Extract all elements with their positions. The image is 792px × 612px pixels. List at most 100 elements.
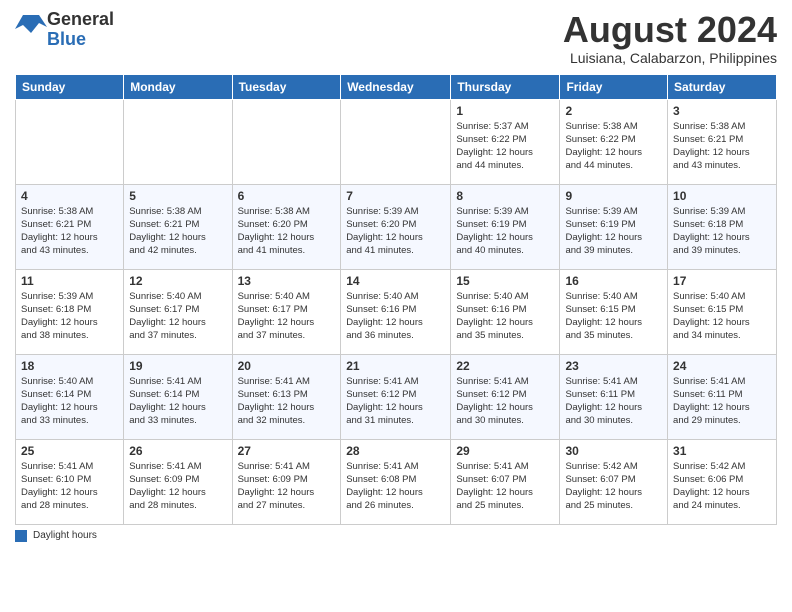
calendar-cell: 11 Sunrise: 5:39 AM Sunset: 6:18 PM Dayli… [16,269,124,354]
day-info: Sunrise: 5:39 AM Sunset: 6:19 PM Dayligh… [565,205,662,258]
calendar-cell: 14 Sunrise: 5:40 AM Sunset: 6:16 PM Dayli… [341,269,451,354]
day-number: 27 [238,444,336,458]
calendar-cell: 19 Sunrise: 5:41 AM Sunset: 6:14 PM Dayli… [124,354,232,439]
day-number: 23 [565,359,662,373]
day-number: 18 [21,359,118,373]
calendar-cell: 3Sunrise: 5:38 AM Sunset: 6:21 PM Daylig… [668,99,777,184]
day-number: 20 [238,359,336,373]
day-number: 24 [673,359,771,373]
calendar-header-monday: Monday [124,74,232,99]
day-info: Sunrise: 5:41 AM Sunset: 6:13 PM Dayligh… [238,375,336,428]
day-info: Sunrise: 5:38 AM Sunset: 6:22 PM Dayligh… [565,120,662,173]
day-info: Sunrise: 5:41 AM Sunset: 6:11 PM Dayligh… [565,375,662,428]
day-info: Sunrise: 5:41 AM Sunset: 6:09 PM Dayligh… [129,460,226,513]
day-info: Sunrise: 5:40 AM Sunset: 6:16 PM Dayligh… [346,290,445,343]
calendar-cell [16,99,124,184]
day-number: 26 [129,444,226,458]
calendar-cell: 12 Sunrise: 5:40 AM Sunset: 6:17 PM Dayli… [124,269,232,354]
day-info: Sunrise: 5:40 AM Sunset: 6:15 PM Dayligh… [673,290,771,343]
day-info: Sunrise: 5:41 AM Sunset: 6:10 PM Dayligh… [21,460,118,513]
calendar-cell: 20 Sunrise: 5:41 AM Sunset: 6:13 PM Dayli… [232,354,341,439]
calendar-header-saturday: Saturday [668,74,777,99]
logo: General Blue [15,10,114,50]
day-number: 17 [673,274,771,288]
calendar-cell: 23 Sunrise: 5:41 AM Sunset: 6:11 PM Dayli… [560,354,668,439]
day-number: 29 [456,444,554,458]
calendar-cell: 10 Sunrise: 5:39 AM Sunset: 6:18 PM Dayli… [668,184,777,269]
day-info: Sunrise: 5:40 AM Sunset: 6:15 PM Dayligh… [565,290,662,343]
day-number: 8 [456,189,554,203]
header: General Blue August 2024 Luisiana, Calab… [15,10,777,66]
calendar-cell: 25 Sunrise: 5:41 AM Sunset: 6:10 PM Dayli… [16,439,124,524]
calendar-cell: 24 Sunrise: 5:41 AM Sunset: 6:11 PM Dayli… [668,354,777,439]
legend-label: Daylight hours [33,530,97,541]
day-info: Sunrise: 5:42 AM Sunset: 6:07 PM Dayligh… [565,460,662,513]
logo-icon [15,11,47,43]
calendar-header-wednesday: Wednesday [341,74,451,99]
day-info: Sunrise: 5:41 AM Sunset: 6:12 PM Dayligh… [346,375,445,428]
day-info: Sunrise: 5:38 AM Sunset: 6:20 PM Dayligh… [238,205,336,258]
day-info: Sunrise: 5:38 AM Sunset: 6:21 PM Dayligh… [21,205,118,258]
calendar-cell: 29 Sunrise: 5:41 AM Sunset: 6:07 PM Dayli… [451,439,560,524]
day-number: 11 [21,274,118,288]
day-info: Sunrise: 5:41 AM Sunset: 6:12 PM Dayligh… [456,375,554,428]
calendar-week-4: 18 Sunrise: 5:40 AM Sunset: 6:14 PM Dayli… [16,354,777,439]
day-info: Sunrise: 5:38 AM Sunset: 6:21 PM Dayligh… [129,205,226,258]
day-number: 14 [346,274,445,288]
calendar-cell: 6 Sunrise: 5:38 AM Sunset: 6:20 PM Daylig… [232,184,341,269]
calendar-header-tuesday: Tuesday [232,74,341,99]
day-info: Sunrise: 5:41 AM Sunset: 6:07 PM Dayligh… [456,460,554,513]
calendar-cell: 13Sunrise: 5:40 AM Sunset: 6:17 PM Dayli… [232,269,341,354]
calendar-cell: 15Sunrise: 5:40 AM Sunset: 6:16 PM Dayli… [451,269,560,354]
title-section: August 2024 Luisiana, Calabarzon, Philip… [563,10,777,66]
day-info: Sunrise: 5:37 AM Sunset: 6:22 PM Dayligh… [456,120,554,173]
logo-general: General [47,9,114,29]
day-info: Sunrise: 5:39 AM Sunset: 6:18 PM Dayligh… [21,290,118,343]
day-number: 12 [129,274,226,288]
calendar-cell: 8 Sunrise: 5:39 AM Sunset: 6:19 PM Daylig… [451,184,560,269]
day-info: Sunrise: 5:40 AM Sunset: 6:16 PM Dayligh… [456,290,554,343]
day-number: 9 [565,189,662,203]
day-info: Sunrise: 5:39 AM Sunset: 6:19 PM Dayligh… [456,205,554,258]
legend-box [15,530,27,542]
calendar-cell [124,99,232,184]
calendar-cell: 2 Sunrise: 5:38 AM Sunset: 6:22 PM Daylig… [560,99,668,184]
calendar-header-row: SundayMondayTuesdayWednesdayThursdayFrid… [16,74,777,99]
day-number: 6 [238,189,336,203]
calendar-week-2: 4Sunrise: 5:38 AM Sunset: 6:21 PM Daylig… [16,184,777,269]
day-number: 3 [673,104,771,118]
day-number: 21 [346,359,445,373]
calendar-cell: 26 Sunrise: 5:41 AM Sunset: 6:09 PM Dayli… [124,439,232,524]
day-info: Sunrise: 5:41 AM Sunset: 6:14 PM Dayligh… [129,375,226,428]
page: General Blue August 2024 Luisiana, Calab… [0,0,792,612]
calendar-cell: 22 Sunrise: 5:41 AM Sunset: 6:12 PM Dayli… [451,354,560,439]
day-number: 31 [673,444,771,458]
day-info: Sunrise: 5:40 AM Sunset: 6:17 PM Dayligh… [129,290,226,343]
calendar-header-sunday: Sunday [16,74,124,99]
day-info: Sunrise: 5:41 AM Sunset: 6:08 PM Dayligh… [346,460,445,513]
calendar-cell: 9 Sunrise: 5:39 AM Sunset: 6:19 PM Daylig… [560,184,668,269]
day-info: Sunrise: 5:41 AM Sunset: 6:09 PM Dayligh… [238,460,336,513]
calendar-cell: 28Sunrise: 5:41 AM Sunset: 6:08 PM Dayli… [341,439,451,524]
calendar-cell: 21 Sunrise: 5:41 AM Sunset: 6:12 PM Dayli… [341,354,451,439]
day-number: 2 [565,104,662,118]
day-info: Sunrise: 5:39 AM Sunset: 6:18 PM Dayligh… [673,205,771,258]
calendar-cell: 7Sunrise: 5:39 AM Sunset: 6:20 PM Daylig… [341,184,451,269]
calendar-cell: 4Sunrise: 5:38 AM Sunset: 6:21 PM Daylig… [16,184,124,269]
location: Luisiana, Calabarzon, Philippines [563,50,777,66]
day-number: 19 [129,359,226,373]
day-number: 16 [565,274,662,288]
calendar-cell [232,99,341,184]
day-number: 13 [238,274,336,288]
calendar-cell: 17 Sunrise: 5:40 AM Sunset: 6:15 PM Dayli… [668,269,777,354]
day-info: Sunrise: 5:41 AM Sunset: 6:11 PM Dayligh… [673,375,771,428]
calendar-header-friday: Friday [560,74,668,99]
day-number: 25 [21,444,118,458]
day-info: Sunrise: 5:40 AM Sunset: 6:14 PM Dayligh… [21,375,118,428]
calendar-week-5: 25 Sunrise: 5:41 AM Sunset: 6:10 PM Dayli… [16,439,777,524]
day-number: 22 [456,359,554,373]
logo-blue: Blue [47,29,86,49]
day-number: 1 [456,104,554,118]
day-number: 5 [129,189,226,203]
day-number: 10 [673,189,771,203]
